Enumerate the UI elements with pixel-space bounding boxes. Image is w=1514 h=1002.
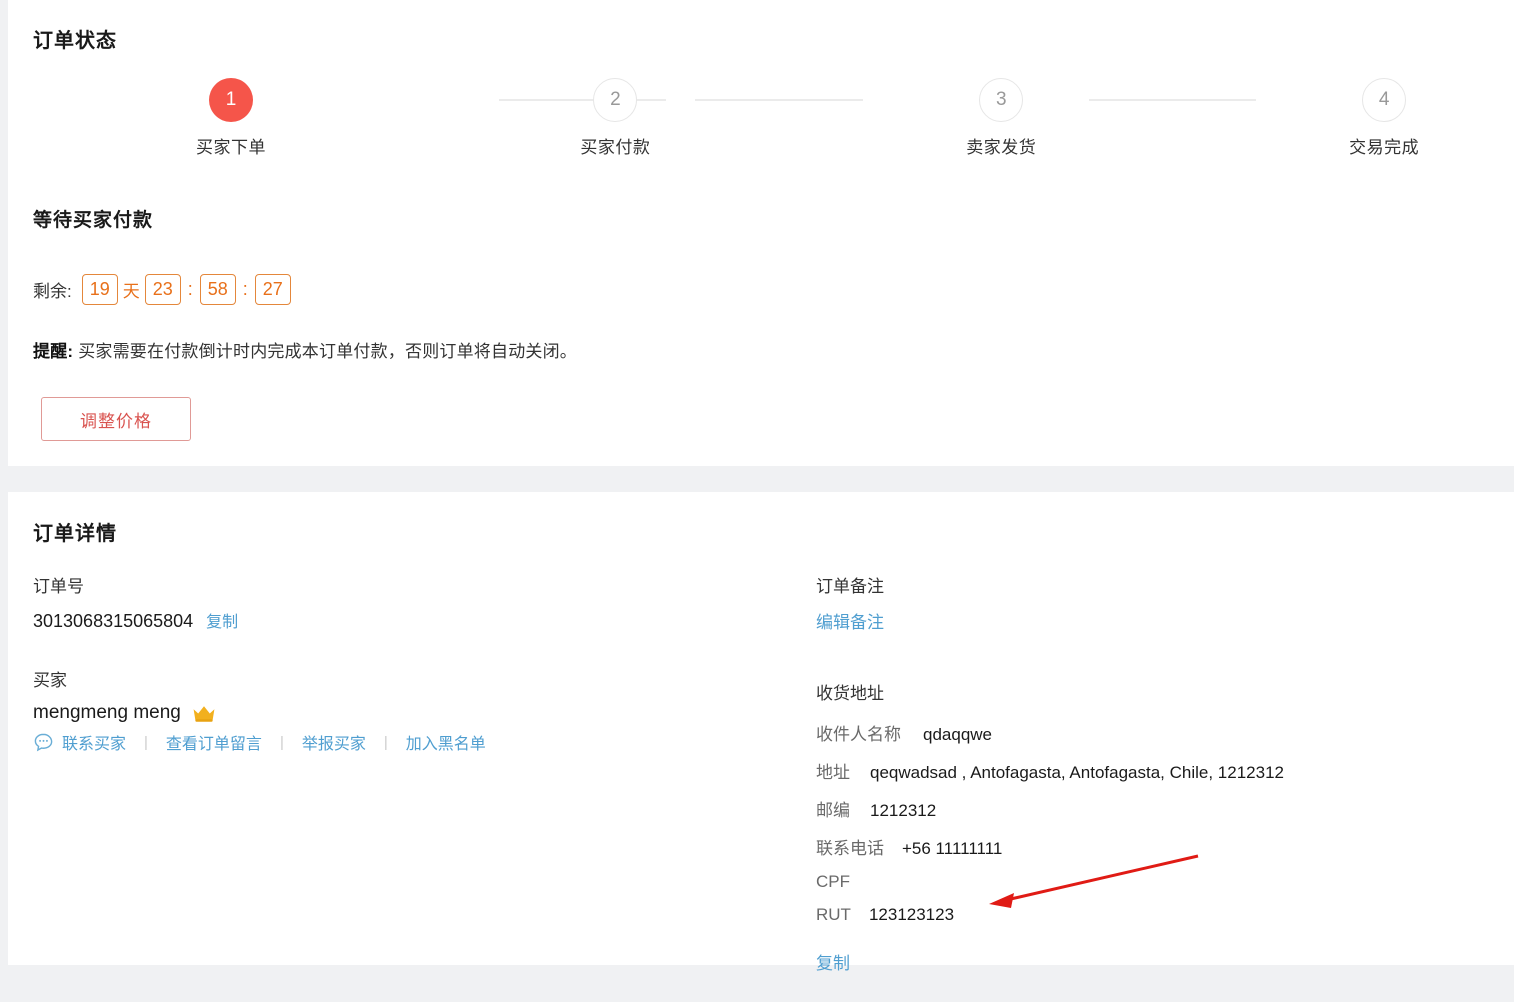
phone-label: 联系电话 xyxy=(816,834,884,859)
payment-notice: 提醒: 买家需要在付款倒计时内完成本订单付款，否则订单将自动关闭。 xyxy=(33,337,577,362)
order-details-right-column: 订单备注 编辑备注 收货地址 收件人名称 qdaqqwe 地址 qeqwadsa… xyxy=(816,572,1476,1002)
address-row-rut: RUT 123123123 xyxy=(816,905,1476,925)
order-details-left-column: 订单号 3013068315065804 复制 买家 mengmeng meng xyxy=(33,572,793,782)
contact-buyer-link[interactable]: 联系买家 xyxy=(62,730,126,754)
rut-label: RUT xyxy=(816,905,851,925)
copy-address-link[interactable]: 复制 xyxy=(816,954,850,973)
countdown-days-unit: 天 xyxy=(123,277,140,302)
step-3-label: 卖家发货 xyxy=(901,133,1101,158)
address-label: 地址 xyxy=(816,758,850,783)
link-divider-2: | xyxy=(280,734,284,751)
countdown-separator-2: : xyxy=(243,279,248,300)
step-4[interactable]: 4 交易完成 xyxy=(1284,78,1484,158)
recipient-label: 收件人名称 xyxy=(816,720,901,745)
copy-order-number-link[interactable]: 复制 xyxy=(206,608,238,632)
step-3[interactable]: 3 卖家发货 xyxy=(901,78,1101,158)
countdown-prefix-label: 剩余: xyxy=(33,277,72,302)
buyer-label: 买家 xyxy=(33,666,793,691)
copy-address-row: 复制 xyxy=(816,949,1476,974)
order-number-line: 3013068315065804 复制 xyxy=(33,608,793,632)
address-row-postcode: 邮编 1212312 xyxy=(816,796,1476,821)
address-value: qeqwadsad , Antofagasta, Antofagasta, Ch… xyxy=(870,763,1284,783)
order-details-card: 订单详情 订单号 3013068315065804 复制 买家 mengmeng… xyxy=(8,492,1514,965)
crown-icon xyxy=(192,704,216,723)
step-1-label: 买家下单 xyxy=(131,133,331,158)
address-row-address: 地址 qeqwadsad , Antofagasta, Antofagasta,… xyxy=(816,758,1476,783)
step-connector-3-4 xyxy=(1089,99,1256,101)
order-number-label: 订单号 xyxy=(33,572,793,597)
step-2-label: 买家付款 xyxy=(515,133,715,158)
link-divider-3: | xyxy=(384,734,388,751)
step-3-circle: 3 xyxy=(979,78,1023,122)
link-divider-1: | xyxy=(144,734,148,751)
order-note-group: 订单备注 编辑备注 xyxy=(816,572,1476,633)
order-status-card: 订单状态 1 买家下单 2 买家付款 3 卖家发货 4 交易完成 等待买家付款 … xyxy=(8,0,1514,466)
countdown-seconds: 27 xyxy=(255,274,291,305)
order-status-title: 订单状态 xyxy=(33,24,117,53)
postcode-value: 1212312 xyxy=(870,801,936,821)
add-to-blacklist-link[interactable]: 加入黑名单 xyxy=(406,730,486,754)
address-row-recipient: 收件人名称 qdaqqwe xyxy=(816,720,1476,745)
address-row-cpf: CPF xyxy=(816,872,1476,892)
step-2[interactable]: 2 买家付款 xyxy=(515,78,715,158)
phone-value: +56 11111111 xyxy=(902,839,1002,859)
cpf-label: CPF xyxy=(816,872,850,892)
shipping-address-group: 收货地址 收件人名称 qdaqqwe 地址 qeqwadsad , Antofa… xyxy=(816,679,1476,974)
step-connector-2-3 xyxy=(695,99,862,101)
countdown-days: 19 xyxy=(82,274,118,305)
order-details-title: 订单详情 xyxy=(33,517,117,546)
buyer-name-line: mengmeng meng xyxy=(33,702,793,724)
payment-notice-text: 买家需要在付款倒计时内完成本订单付款，否则订单将自动关闭。 xyxy=(78,342,577,361)
countdown-separator-1: : xyxy=(188,279,193,300)
address-row-phone: 联系电话 +56 11111111 xyxy=(816,834,1476,859)
order-number-group: 订单号 3013068315065804 复制 xyxy=(33,572,793,632)
order-number-value: 3013068315065804 xyxy=(33,611,193,632)
rut-value: 123123123 xyxy=(869,905,954,925)
edit-note-link[interactable]: 编辑备注 xyxy=(816,613,884,632)
shipping-address-label: 收货地址 xyxy=(816,679,1476,704)
step-4-circle: 4 xyxy=(1362,78,1406,122)
recipient-value: qdaqqwe xyxy=(923,725,992,745)
postcode-label: 邮编 xyxy=(816,796,850,821)
step-1-circle: 1 xyxy=(209,78,253,122)
waiting-payment-heading: 等待买家付款 xyxy=(33,205,153,232)
order-status-stepper: 1 买家下单 2 买家付款 3 卖家发货 4 交易完成 xyxy=(33,78,1489,173)
countdown-hours: 23 xyxy=(145,274,181,305)
buyer-name: mengmeng meng xyxy=(33,702,181,724)
payment-countdown: 剩余: 19 天 23 : 58 : 27 xyxy=(33,272,291,306)
countdown-minutes: 58 xyxy=(200,274,236,305)
buyer-action-links: 联系买家 | 查看订单留言 | 举报买家 | 加入黑名单 xyxy=(33,730,793,754)
view-order-message-link[interactable]: 查看订单留言 xyxy=(166,730,262,754)
payment-notice-label: 提醒: xyxy=(33,342,73,361)
order-note-label: 订单备注 xyxy=(816,572,1476,597)
report-buyer-link[interactable]: 举报买家 xyxy=(302,730,366,754)
step-4-label: 交易完成 xyxy=(1284,133,1484,158)
buyer-group: 买家 mengmeng meng xyxy=(33,666,793,754)
step-1[interactable]: 1 买家下单 xyxy=(131,78,331,158)
chat-bubble-icon[interactable] xyxy=(33,732,54,753)
adjust-price-button[interactable]: 调整价格 xyxy=(41,397,191,441)
step-2-circle: 2 xyxy=(593,78,637,122)
